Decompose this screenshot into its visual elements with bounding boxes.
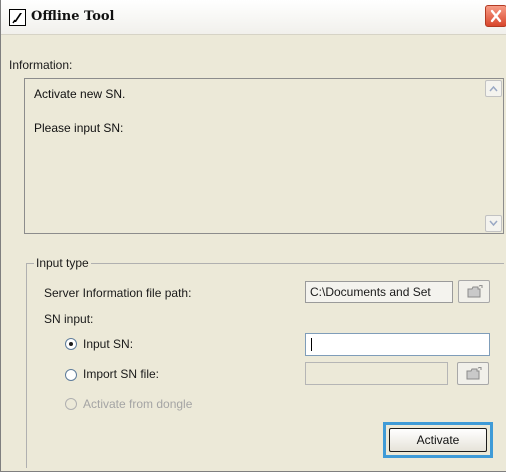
server-path-browse-button[interactable] — [458, 280, 490, 303]
scroll-up-button[interactable] — [485, 80, 502, 97]
activate-from-dongle-label: Activate from dongle — [83, 397, 193, 411]
arrow-up-icon — [489, 85, 498, 92]
sn-file-browse-button[interactable] — [457, 362, 489, 385]
sn-input-label: SN input: — [44, 312, 94, 326]
activate-from-dongle-radio — [65, 398, 77, 410]
import-sn-file-label[interactable]: Import SN file: — [83, 367, 159, 381]
input-sn-label[interactable]: Input SN: — [83, 337, 133, 351]
server-path-field[interactable]: C:\Documents and Set — [305, 281, 453, 303]
app-icon — [9, 9, 26, 26]
info-scrollbar[interactable] — [485, 80, 502, 232]
information-label: Information: — [9, 58, 73, 72]
info-line: Please input SN: — [34, 121, 124, 135]
offline-tool-window: Offline Tool Information: Activate new S… — [0, 0, 506, 472]
folder-icon — [466, 367, 482, 380]
sn-file-field[interactable] — [305, 362, 448, 385]
info-line: Activate new SN. — [34, 87, 126, 101]
input-type-legend: Input type — [34, 256, 91, 270]
close-button[interactable] — [485, 5, 506, 27]
window-title: Offline Tool — [31, 9, 115, 24]
title-bar: Offline Tool — [1, 0, 506, 35]
folder-icon — [467, 285, 483, 298]
arrow-down-icon — [489, 220, 498, 227]
close-icon — [490, 9, 502, 23]
input-sn-radio[interactable] — [65, 338, 77, 350]
sn-input-field[interactable] — [305, 333, 490, 356]
import-sn-file-radio[interactable] — [65, 369, 77, 381]
activate-button[interactable]: Activate — [389, 428, 487, 452]
information-box: Activate new SN. Please input SN: — [24, 78, 504, 234]
server-path-label: Server Information file path: — [44, 286, 192, 300]
scroll-down-button[interactable] — [485, 215, 502, 232]
